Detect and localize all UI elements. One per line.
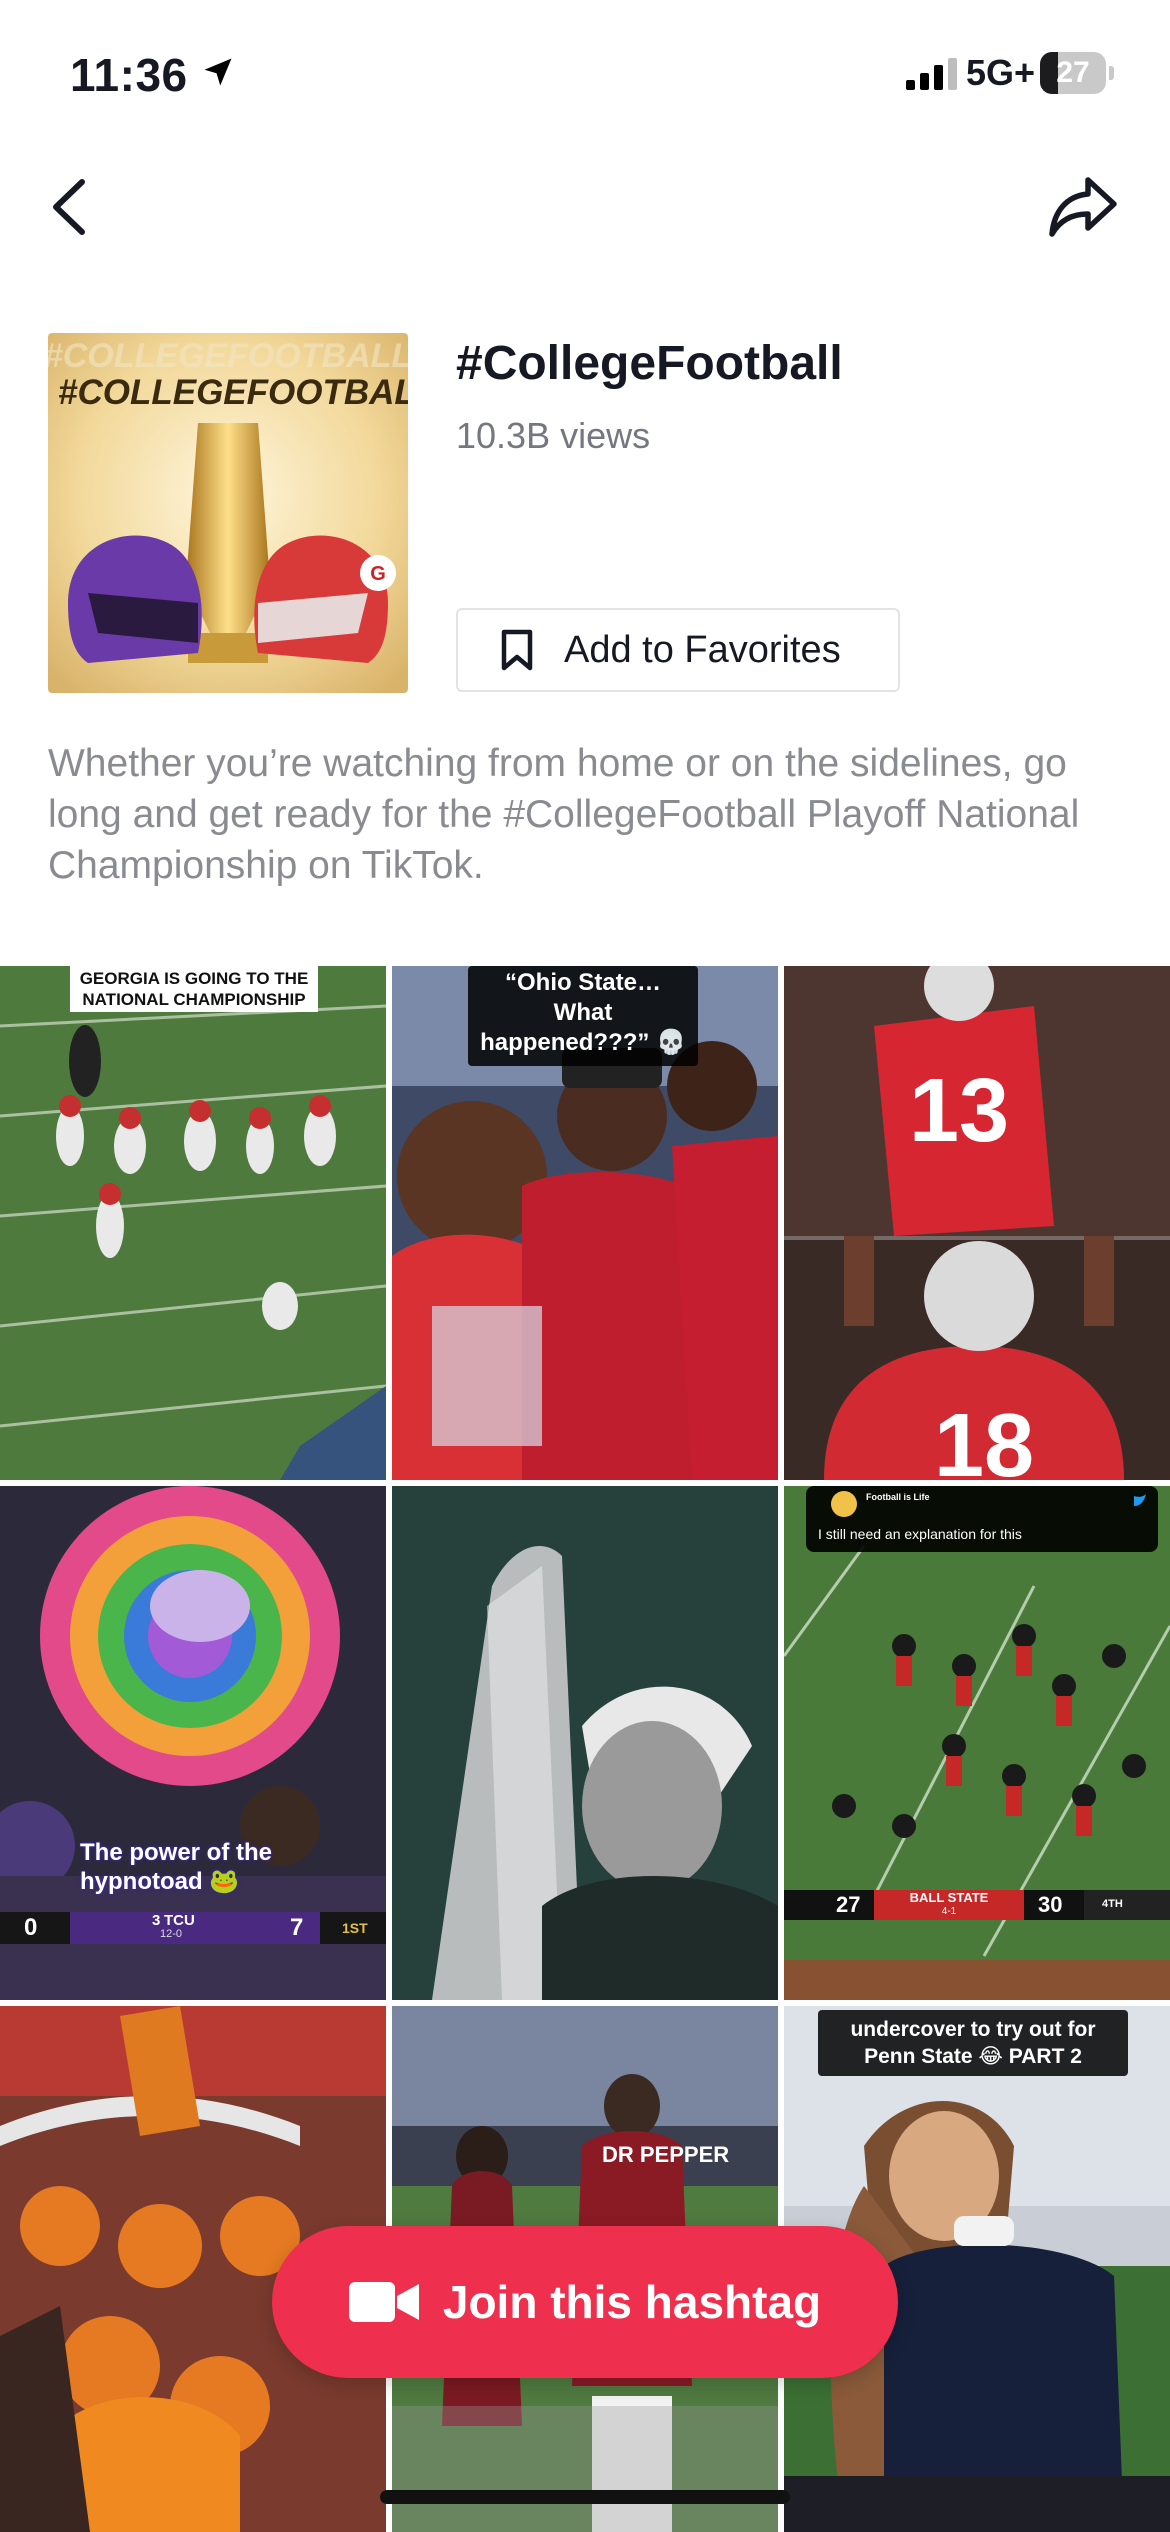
video-thumbnail[interactable]: The power of the hypnotoad 🐸 0 3 TCU 12-…: [0, 1486, 386, 2000]
svg-text:18: 18: [934, 1396, 1034, 1480]
add-to-favorites-label: Add to Favorites: [564, 628, 841, 671]
jersey-text: DR PEPPER: [602, 2142, 730, 2167]
video-camera-icon: [348, 2282, 419, 2322]
video-thumbnail[interactable]: 13 18: [784, 966, 1170, 1480]
share-arrow-icon[interactable]: [1046, 172, 1120, 242]
video-caption: The power of the hypnotoad 🐸: [80, 1839, 272, 1895]
battery-icon: 27: [1040, 52, 1114, 94]
join-hashtag-button[interactable]: Join this hashtag: [272, 2226, 898, 2378]
bookmark-icon: [501, 629, 533, 671]
score-left: 27: [836, 1892, 861, 1917]
svg-text:#COLLEGEFOOTBALL: #COLLEGEFOOTBALL: [48, 337, 408, 375]
hashtag-title: #CollegeFootball: [456, 337, 843, 390]
cellular-signal-icon: [906, 58, 957, 90]
svg-text:G: G: [370, 563, 386, 585]
add-to-favorites-button[interactable]: Add to Favorites: [456, 608, 900, 692]
video-thumbnail[interactable]: GEORGIA IS GOING TO THE NATIONAL CHAMPIO…: [0, 966, 386, 1480]
network-type: 5G+: [966, 52, 1036, 93]
score-quarter: 4TH: [1102, 1898, 1123, 1910]
video-caption: I still need an explanation for this: [818, 1526, 1022, 1542]
video-thumbnail[interactable]: “Ohio State…What happened???” 💀: [392, 966, 778, 1480]
status-bar: 11:36 5G+ 27: [0, 0, 1170, 150]
video-caption: undercover to try out for Penn State 😂 P…: [818, 2010, 1128, 2076]
status-time: 11:36: [70, 49, 188, 101]
score-left: 0: [24, 1914, 38, 1941]
battery-level: 27: [1056, 56, 1090, 89]
score-team: BALL STATE: [909, 1890, 989, 1905]
location-arrow-icon: [204, 58, 232, 86]
video-caption: GEORGIA IS GOING TO THE NATIONAL CHAMPIO…: [70, 966, 318, 1012]
svg-text:13: 13: [909, 1061, 1009, 1161]
tweet-source: Football is Life: [866, 1492, 930, 1502]
hashtag-description: Whether you’re watching from home or on …: [48, 742, 1080, 887]
score-seed: 3: [152, 1912, 161, 1929]
score-right: 30: [1038, 1892, 1063, 1917]
join-hashtag-label: Join this hashtag: [442, 2276, 822, 2328]
score-right: 7: [290, 1914, 304, 1941]
score-record: 12-0: [160, 1928, 183, 1940]
chevron-left-icon[interactable]: [40, 172, 102, 242]
score-quarter: 1ST: [342, 1920, 368, 1936]
home-indicator[interactable]: [380, 2490, 790, 2504]
video-caption: “Ohio State…What happened???” 💀: [468, 966, 698, 1066]
score-record: 4-1: [941, 1906, 957, 1917]
hashtag-cover-image: #COLLEGEFOOTBALL G #COLLEGEFOOTBALL: [48, 333, 408, 693]
score-team: TCU: [164, 1912, 195, 1929]
video-thumbnail[interactable]: Football is Life I still need an explana…: [784, 1486, 1170, 2000]
view-count: 10.3B views: [456, 415, 651, 456]
cover-hashtag-text: #COLLEGEFOOTBALL: [58, 373, 408, 412]
video-thumbnail[interactable]: [392, 1486, 778, 2000]
